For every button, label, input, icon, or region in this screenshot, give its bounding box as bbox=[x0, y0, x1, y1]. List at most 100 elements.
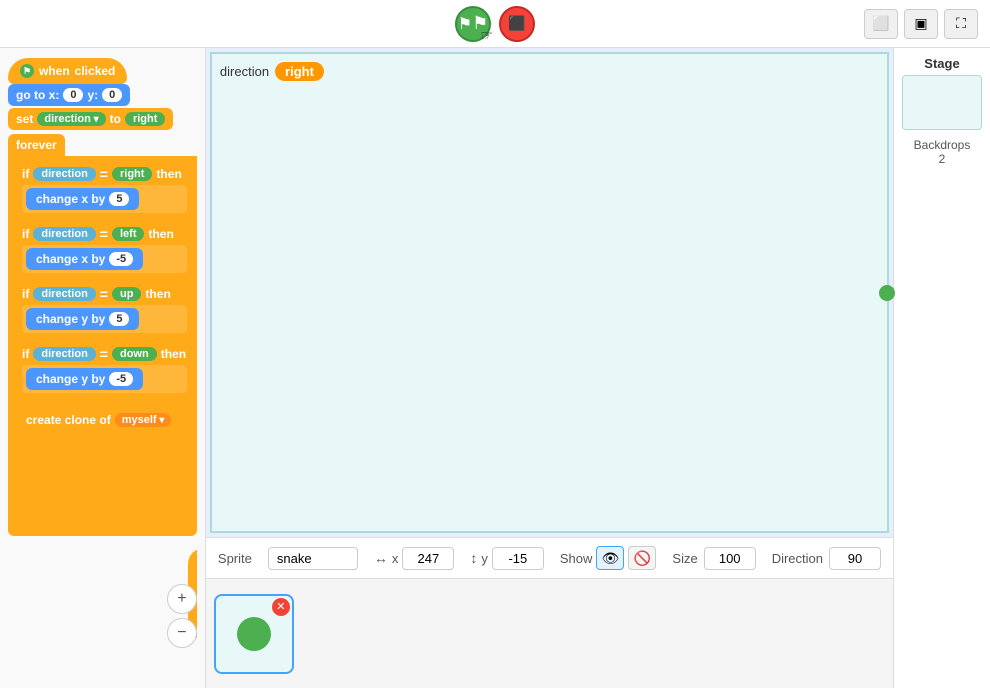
if2-label: if bbox=[22, 227, 29, 241]
direction-display-label: direction bbox=[220, 64, 269, 79]
direction-label: Direction bbox=[772, 551, 823, 566]
up-cond: up bbox=[112, 287, 141, 301]
top-bar: ⚑ ☞ ⬛ ⬜ ▣ ⛶ bbox=[0, 0, 990, 48]
sprite-image bbox=[237, 617, 271, 651]
size-input[interactable] bbox=[704, 547, 756, 570]
layout-buttons: ⬜ ▣ ⛶ bbox=[864, 9, 978, 39]
then3: then bbox=[145, 287, 170, 301]
main-area: ⚑ when clicked go to x: 0 y: 0 set dire bbox=[0, 48, 990, 688]
layout-btn-3[interactable]: ⛶ bbox=[944, 9, 978, 39]
eq3: = bbox=[100, 286, 108, 302]
when-label: when bbox=[39, 64, 70, 78]
sprite-thumbnail[interactable]: ✕ bbox=[214, 594, 294, 674]
myself-dropdown[interactable]: myself bbox=[115, 413, 172, 427]
sprite-info-bar: Sprite ↔ x ↕ y Show 👁 🚫 Size bbox=[206, 537, 893, 578]
if-left-block: if direction = left then change x by -5 bbox=[16, 223, 193, 279]
change-x-neg5-block: change x by -5 bbox=[26, 248, 143, 270]
stage-area: direction right Sprite ↔ x ↕ y Show 👁 bbox=[206, 48, 893, 688]
if-up-block: if direction = up then change y by 5 bbox=[16, 283, 193, 339]
x-val2[interactable]: -5 bbox=[109, 252, 133, 266]
change-y-neg5-block: change y by -5 bbox=[26, 368, 143, 390]
stage-panel-label: Stage bbox=[924, 56, 959, 71]
stage-thumbnail[interactable] bbox=[902, 75, 982, 130]
direction-group: Direction bbox=[772, 547, 881, 570]
y-coord-label: y bbox=[481, 551, 488, 566]
goto-block: go to x: 0 y: 0 bbox=[8, 84, 130, 106]
x-coord-input[interactable] bbox=[402, 547, 454, 570]
forever-block: forever if direction = right then bbox=[8, 134, 197, 536]
size-label: Size bbox=[672, 551, 697, 566]
change-y2-label: change y by bbox=[36, 372, 105, 386]
when-clicked-group: ⚑ when clicked go to x: 0 y: 0 set dire bbox=[8, 58, 197, 536]
direction-value-badge: right bbox=[275, 62, 324, 81]
dir-cond1: direction bbox=[33, 167, 95, 181]
backdrops-count: 2 bbox=[939, 152, 946, 166]
y-coord-input[interactable] bbox=[492, 547, 544, 570]
dir-cond3: direction bbox=[33, 287, 95, 301]
zoom-out-btn[interactable]: − bbox=[167, 618, 197, 648]
right-val-badge[interactable]: right bbox=[125, 112, 165, 126]
then1: then bbox=[156, 167, 181, 181]
y-arrows-icon: ↕ bbox=[470, 550, 477, 566]
set-label: set bbox=[16, 112, 33, 126]
dir-cond4: direction bbox=[33, 347, 95, 361]
flag-icon: ⚑ bbox=[20, 64, 34, 78]
eq2: = bbox=[100, 226, 108, 242]
if-down-block: if direction = down then change y by -5 bbox=[16, 343, 193, 399]
sprite-delete-btn[interactable]: ✕ bbox=[272, 598, 290, 616]
change-x2-label: change x by bbox=[36, 252, 105, 266]
right-cond: right bbox=[112, 167, 152, 181]
green-flag-button[interactable]: ⚑ ☞ bbox=[455, 6, 491, 42]
blocks-panel: ⚑ when clicked go to x: 0 y: 0 set dire bbox=[0, 48, 206, 688]
sprite-name-input[interactable] bbox=[268, 547, 358, 570]
if-right-block: if direction = right then change x by 5 bbox=[16, 163, 193, 219]
size-group: Size bbox=[672, 547, 755, 570]
left-cond: left bbox=[112, 227, 145, 241]
show-label: Show bbox=[560, 551, 593, 566]
blocks-scrollable[interactable]: ⚑ when clicked go to x: 0 y: 0 set dire bbox=[8, 58, 197, 638]
scroll-controls: + − bbox=[167, 584, 197, 648]
if4-label: if bbox=[22, 347, 29, 361]
direction-var-dropdown[interactable]: direction bbox=[37, 112, 105, 126]
playback-controls: ⚑ ☞ ⬛ bbox=[455, 6, 535, 42]
direction-display: direction right bbox=[220, 62, 324, 81]
to-label: to bbox=[110, 112, 121, 126]
x-val1[interactable]: 5 bbox=[109, 192, 129, 206]
x-arrows-icon: ↔ bbox=[374, 550, 388, 566]
x0-input[interactable]: 0 bbox=[63, 88, 83, 102]
eq4: = bbox=[100, 346, 108, 362]
y-label: y: bbox=[87, 88, 98, 102]
set-direction-block: set direction to right bbox=[8, 108, 173, 130]
forever-label: forever bbox=[8, 134, 65, 156]
layout-btn-1[interactable]: ⬜ bbox=[864, 9, 898, 39]
y-coord-group: ↕ y bbox=[470, 547, 544, 570]
when-clicked-hat: ⚑ when clicked bbox=[8, 58, 127, 84]
show-eye-btn[interactable]: 👁 bbox=[596, 546, 624, 570]
dir-cond2: direction bbox=[33, 227, 95, 241]
if3-label: if bbox=[22, 287, 29, 301]
x-coord-label: x bbox=[392, 551, 399, 566]
y-val2[interactable]: -5 bbox=[109, 372, 133, 386]
then2: then bbox=[148, 227, 173, 241]
backdrops-label: Backdrops bbox=[914, 138, 971, 152]
show-toggle-group: Show 👁 🚫 bbox=[560, 546, 657, 570]
hide-eye-btn[interactable]: 🚫 bbox=[628, 546, 656, 570]
y0-input[interactable]: 0 bbox=[102, 88, 122, 102]
create-clone-block: create clone of myself bbox=[16, 409, 181, 431]
create-clone-label: create clone of bbox=[26, 413, 111, 427]
change-y-5-block: change y by 5 bbox=[26, 308, 139, 330]
direction-input[interactable] bbox=[829, 547, 881, 570]
right-panel: Stage Backdrops 2 bbox=[893, 48, 990, 688]
cursor-icon: ☞ bbox=[480, 27, 493, 44]
then4: then bbox=[161, 347, 186, 361]
zoom-in-btn[interactable]: + bbox=[167, 584, 197, 614]
goto-label: go to x: bbox=[16, 88, 59, 102]
clicked-label: clicked bbox=[75, 64, 116, 78]
y-val1[interactable]: 5 bbox=[109, 312, 129, 326]
eq1: = bbox=[100, 166, 108, 182]
stop-button[interactable]: ⬛ bbox=[499, 6, 535, 42]
change-y1-label: change y by bbox=[36, 312, 105, 326]
x-coord-group: ↔ x bbox=[374, 547, 455, 570]
bottom-sprite-list[interactable]: ✕ bbox=[206, 578, 893, 688]
layout-btn-2[interactable]: ▣ bbox=[904, 9, 938, 39]
